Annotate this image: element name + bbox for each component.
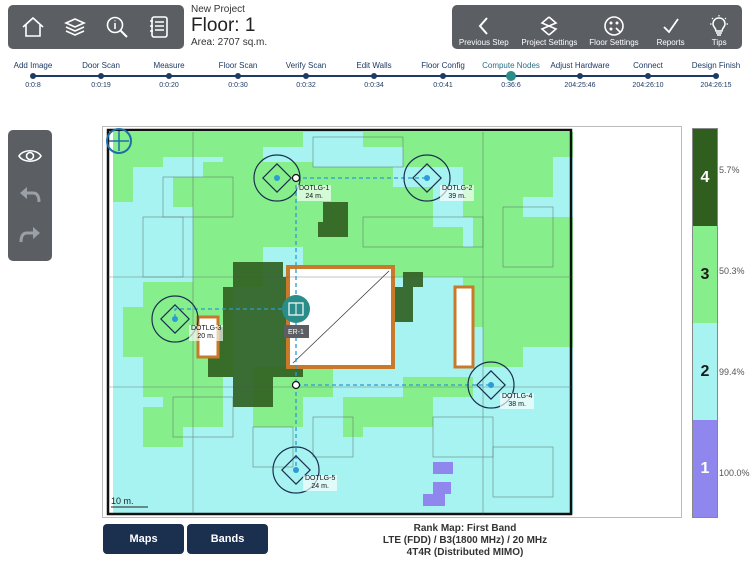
step-dot-active [506, 71, 516, 81]
step-dot [30, 73, 36, 79]
step-dot [577, 73, 583, 79]
legend-pct-rank-3: 50.3% [719, 266, 745, 276]
step-dot [440, 73, 446, 79]
step-name: Design Finish [691, 61, 741, 70]
node-distance: 24 m. [311, 483, 329, 490]
legend-rank-2: 2 [693, 323, 717, 420]
tips-label: Tips [711, 38, 727, 47]
rank-map-title: Rank Map: First Band [413, 523, 517, 534]
legend-rank-1: 1 [693, 420, 717, 517]
node-name: DOTLG-1 [299, 185, 330, 192]
floor-map[interactable]: 10 m. DOTLG-1 24 m. DOTLG-2 39 m. DOTLG-3 2… [102, 126, 682, 518]
step-measure[interactable]: Measure 0:0:20 [129, 61, 209, 90]
reports-label: Reports [656, 38, 685, 47]
project-settings-label: Project Settings [521, 38, 578, 47]
node-distance: 24 m. [305, 193, 323, 200]
node-name: DOTLG-3 [191, 325, 222, 332]
chevron-left-icon [478, 17, 488, 35]
previous-step-label: Previous Step [458, 38, 509, 47]
floor-settings-icon [604, 16, 624, 36]
scale-label: 10 m. [111, 496, 134, 506]
layers-icon[interactable] [60, 12, 90, 42]
step-dot [235, 73, 241, 79]
home-icon[interactable] [18, 12, 48, 42]
room-right-orange [453, 285, 475, 369]
app-root: New Project Floor: 1 Area: 2707 sq.m. Pr… [0, 0, 750, 562]
step-time: 204:26:15 [700, 82, 732, 89]
checkmark-icon [662, 18, 679, 34]
project-settings-button[interactable]: Project Settings [516, 5, 584, 49]
node-distance: 20 m. [197, 333, 215, 340]
step-name: Measure [153, 61, 185, 70]
reports-button[interactable]: Reports [645, 5, 697, 49]
mimo-info: 4T4R (Distributed MIMO) [406, 547, 524, 558]
floor-title: Floor: 1 [191, 15, 256, 36]
workflow-progress: Add Image 0:0:8 Door Scan 0:0:19 Measure 0:… [0, 58, 750, 98]
right-toolbar: Previous Step Project Settings Floor Set… [452, 5, 742, 49]
band-info: LTE (FDD) / B3(1800 MHz) / 20 MHz [382, 535, 548, 546]
heatmap-canvas [106, 128, 573, 516]
step-design-finish[interactable]: Design Finish 204:26:15 [676, 61, 750, 90]
floor-settings-label: Floor Settings [589, 38, 639, 47]
node-label-dotlg-1: DOTLG-1 24 m. [297, 185, 332, 201]
floor-area: Area: 2707 sq.m. [191, 37, 268, 48]
legend-pct-rank-2: 99.4% [719, 367, 745, 377]
step-compute-nodes[interactable]: Compute Nodes 0:36:6 [471, 61, 551, 90]
rank-legend: 4 3 2 1 [692, 128, 718, 518]
lightbulb-icon [710, 15, 729, 36]
left-toolbar [8, 5, 184, 49]
equipment-room-label: ER-1 [288, 329, 304, 336]
eye-icon[interactable] [14, 140, 46, 172]
node-label-dotlg-5: DOTLG-5 24 m. [303, 475, 338, 491]
project-info: New Project Floor: 1 Area: 2707 sq.m. [191, 4, 267, 49]
node-distance: 38 m. [508, 401, 526, 408]
node-distance: 39 m. [448, 193, 466, 200]
step-name: Compute Nodes [482, 61, 540, 70]
legend-rank-4: 4 [693, 129, 717, 226]
step-edit-walls[interactable]: Edit Walls 0:0:34 [334, 61, 414, 90]
tips-button[interactable]: Tips [696, 5, 742, 49]
node-label-dotlg-4: DOTLG-4 38 m. [500, 393, 535, 409]
maps-button[interactable]: Maps [103, 524, 184, 554]
project-settings-icon [540, 16, 558, 36]
legend-pct-rank-4: 5.7% [719, 165, 740, 175]
bands-button[interactable]: Bands [187, 524, 268, 554]
step-time: 0:0:20 [159, 82, 179, 89]
redo-icon[interactable] [14, 219, 46, 251]
step-time: 0:0:34 [364, 82, 384, 89]
legend-rank-3: 3 [693, 226, 717, 323]
notes-icon[interactable] [144, 12, 174, 42]
floor-settings-button[interactable]: Floor Settings [583, 5, 645, 49]
step-dot [303, 73, 309, 79]
node-label-dotlg-3: DOTLG-3 20 m. [189, 325, 224, 341]
rank-map-info: Rank Map: First Band LTE (FDD) / B3(1800… [360, 523, 570, 559]
step-dot [166, 73, 172, 79]
legend-pct-rank-1: 100.0% [719, 468, 750, 478]
step-dot [98, 73, 104, 79]
undo-icon[interactable] [14, 179, 46, 211]
step-time: 0:36:6 [501, 82, 521, 89]
view-tools-panel [8, 130, 52, 261]
step-name: Edit Walls [356, 61, 392, 70]
node-name: DOTLG-2 [442, 185, 473, 192]
step-dot [371, 73, 377, 79]
node-name: DOTLG-5 [305, 475, 336, 482]
step-dot [645, 73, 651, 79]
info-search-icon[interactable] [102, 12, 132, 42]
node-name: DOTLG-4 [502, 393, 533, 400]
previous-step-button[interactable]: Previous Step [452, 5, 516, 49]
step-dot [713, 73, 719, 79]
node-label-dotlg-2: DOTLG-2 39 m. [440, 185, 475, 201]
